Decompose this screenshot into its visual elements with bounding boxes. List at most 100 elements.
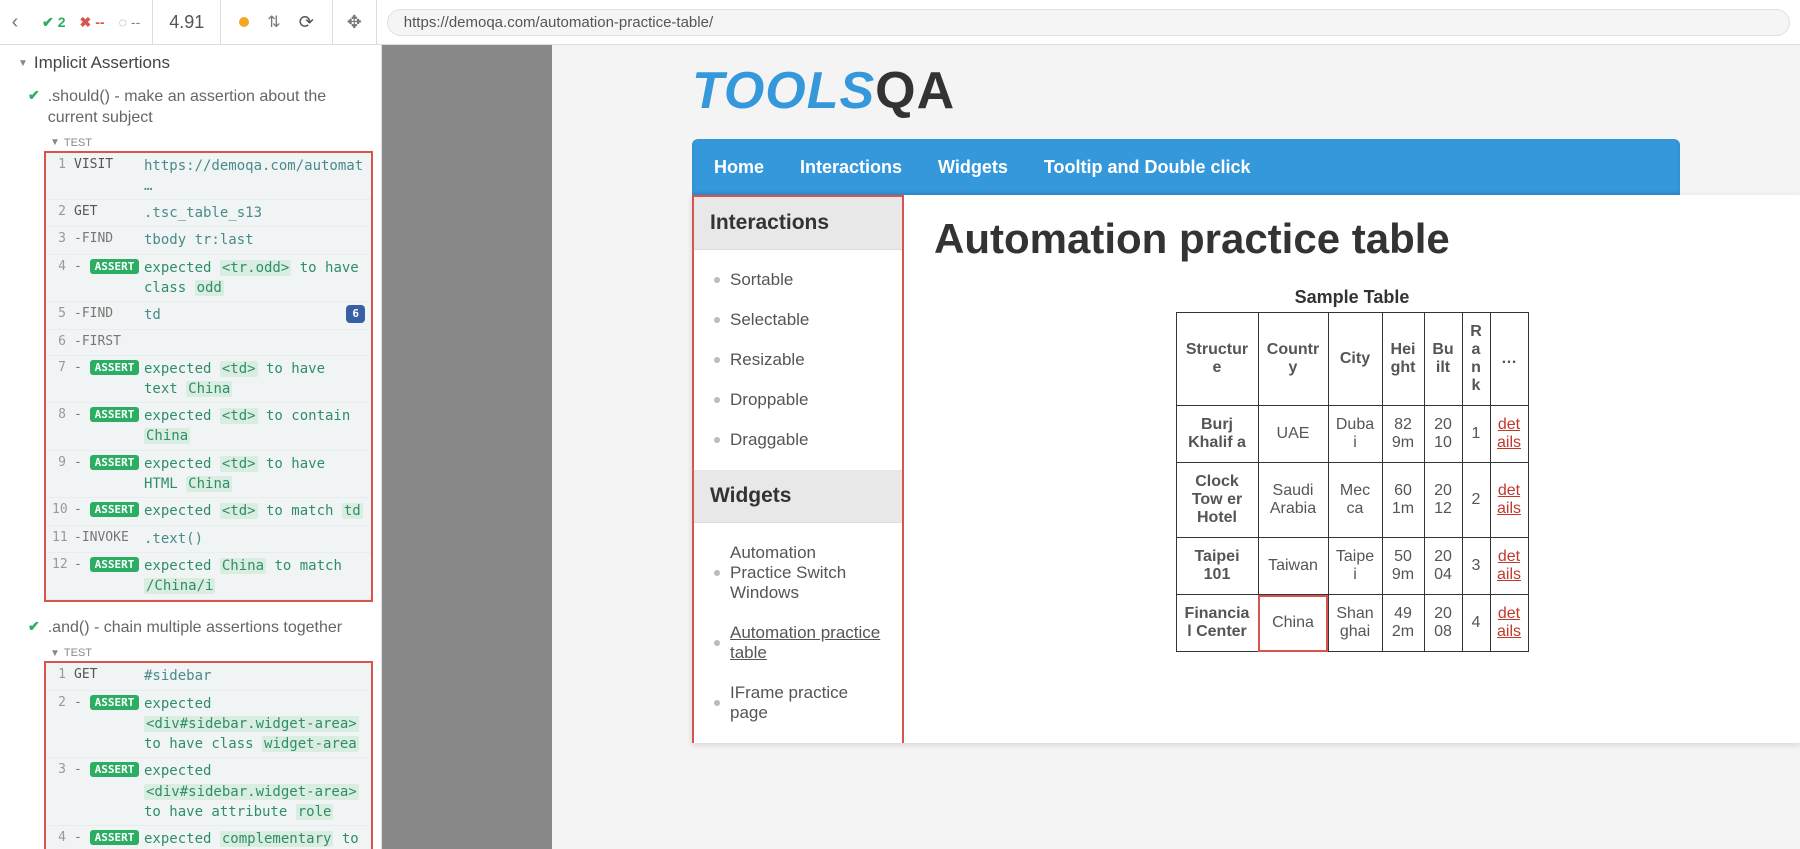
app-preview: TOOLSQA Home Interactions Widgets Tooltip a… bbox=[552, 45, 1800, 849]
command-row[interactable]: 12- ASSERTexpected China to match /China… bbox=[46, 553, 371, 601]
sample-table: StructureCountryCityHei ghtBu iltR an k…… bbox=[1176, 312, 1529, 652]
caret-down-icon: ▼ bbox=[18, 58, 28, 69]
nav-link[interactable]: Tooltip and Double click bbox=[1044, 157, 1251, 178]
bullet-icon bbox=[714, 437, 720, 443]
test-item[interactable]: ✔.and() - chain multiple assertions toge… bbox=[0, 612, 381, 645]
table-header: Bu ilt bbox=[1424, 313, 1462, 406]
structure-cell: Burj Khalif a bbox=[1176, 406, 1258, 463]
status-dot-icon bbox=[239, 17, 249, 27]
check-icon: ✔ bbox=[28, 87, 40, 129]
cmd-message: https://demoqa.com/automat… bbox=[144, 156, 365, 197]
command-row[interactable]: 6-FIRST bbox=[46, 330, 371, 356]
details-link[interactable]: det ails bbox=[1497, 416, 1521, 451]
table-row: Clock Tow er HotelSaudi ArabiaMec ca60 1… bbox=[1176, 463, 1528, 538]
command-row[interactable]: 1GET#sidebar bbox=[46, 663, 371, 690]
command-row[interactable]: 10- ASSERTexpected <td> to match td bbox=[46, 498, 371, 525]
cmd-message: expected China to match /China/i bbox=[144, 556, 365, 597]
command-row[interactable]: 2GET.tsc_table_s13 bbox=[46, 200, 371, 227]
cmd-name: - ASSERT bbox=[74, 454, 144, 473]
cmd-name: - ASSERT bbox=[74, 359, 144, 378]
cmd-message: td bbox=[144, 305, 346, 325]
table-cell: 20 08 bbox=[1424, 595, 1462, 652]
cmd-message: expected complementary to include comple… bbox=[144, 829, 365, 849]
pending-count: ◌ -- bbox=[119, 14, 141, 30]
cmd-number: 9 bbox=[52, 454, 74, 473]
table-header: Hei ght bbox=[1382, 313, 1424, 406]
back-button[interactable]: ‹ bbox=[0, 0, 30, 44]
sidebar-item[interactable]: Automation Practice Switch Windows bbox=[694, 533, 902, 613]
table-cell: Saudi Arabia bbox=[1258, 463, 1328, 538]
sidebar-item-label: Sortable bbox=[730, 270, 793, 290]
command-row[interactable]: 9- ASSERTexpected <td> to have HTML Chin… bbox=[46, 451, 371, 499]
command-row[interactable]: 7- ASSERTexpected <td> to have text Chin… bbox=[46, 356, 371, 404]
test-stats: ✔ 2 ✖ -- ◌ -- bbox=[30, 0, 153, 44]
assert-badge: ASSERT bbox=[90, 455, 140, 470]
sidebar-item-label: IFrame practice page bbox=[730, 683, 882, 723]
cmd-name: GET bbox=[74, 666, 144, 685]
assert-badge: ASSERT bbox=[90, 762, 140, 777]
suite-title[interactable]: ▼ Implicit Assertions bbox=[0, 45, 381, 81]
cmd-number: 6 bbox=[52, 333, 74, 352]
test-body-label: ▼ TEST bbox=[0, 135, 381, 151]
sidebar-item[interactable]: Automation practice table bbox=[694, 613, 902, 673]
table-cell: 82 9m bbox=[1382, 406, 1424, 463]
command-row[interactable]: 11-INVOKE.text() bbox=[46, 526, 371, 553]
resize-icon[interactable]: ⇅ bbox=[267, 12, 280, 32]
pass-count-value: 2 bbox=[58, 14, 66, 30]
sidebar-item[interactable]: Resizable bbox=[694, 340, 902, 380]
table-cell: 3 bbox=[1462, 538, 1490, 595]
command-row[interactable]: 3- ASSERTexpected <div#sidebar.widget-ar… bbox=[46, 758, 371, 826]
nav-link[interactable]: Interactions bbox=[800, 157, 902, 178]
command-row[interactable]: 4- ASSERTexpected <tr.odd> to have class… bbox=[46, 255, 371, 303]
check-icon: ✔ bbox=[28, 618, 40, 639]
command-row[interactable]: 8- ASSERTexpected <td> to contain China bbox=[46, 403, 371, 451]
sidebar-item[interactable]: Selectable bbox=[694, 300, 902, 340]
selector-playground-button[interactable]: ✥ bbox=[333, 0, 377, 44]
url-input[interactable]: https://demoqa.com/automation-practice-t… bbox=[387, 9, 1790, 36]
cmd-name: -INVOKE bbox=[74, 529, 144, 548]
details-link[interactable]: det ails bbox=[1497, 482, 1521, 517]
gear-icon: Q bbox=[875, 61, 916, 121]
cmd-number: 5 bbox=[52, 305, 74, 324]
details-link[interactable]: det ails bbox=[1497, 548, 1521, 583]
assert-badge: ASSERT bbox=[90, 407, 140, 422]
test-name: .should() - make an assertion about the … bbox=[48, 87, 369, 129]
cmd-name: - ASSERT bbox=[74, 694, 144, 713]
nav-link[interactable]: Home bbox=[714, 157, 764, 178]
reload-icon[interactable]: ⟳ bbox=[299, 12, 314, 33]
nav-link[interactable]: Widgets bbox=[938, 157, 1008, 178]
details-link[interactable]: det ails bbox=[1497, 605, 1521, 640]
table-header: Structure bbox=[1176, 313, 1258, 406]
command-row[interactable]: 1VISIThttps://demoqa.com/automat… bbox=[46, 153, 371, 201]
sidebar-item[interactable]: Draggable bbox=[694, 420, 902, 460]
cmd-message: expected <td> to have HTML China bbox=[144, 454, 365, 495]
table-row: Taipei 101TaiwanTaipe i50 9m20 043det ai… bbox=[1176, 538, 1528, 595]
assert-badge: ASSERT bbox=[90, 557, 140, 572]
cmd-message: expected <td> to match td bbox=[144, 501, 365, 521]
bullet-icon bbox=[714, 277, 720, 283]
viewport-controls: ⇅ ⟳ bbox=[221, 0, 333, 44]
table-cell: Taipe i bbox=[1328, 538, 1382, 595]
cmd-number: 2 bbox=[52, 203, 74, 222]
url-bar: https://demoqa.com/automation-practice-t… bbox=[377, 0, 1800, 44]
command-row[interactable]: 5-FINDtd6 bbox=[46, 302, 371, 329]
sidebar-item[interactable]: Droppable bbox=[694, 380, 902, 420]
command-row[interactable]: 4- ASSERTexpected complementary to inclu… bbox=[46, 826, 371, 849]
sidebar-item[interactable]: Sortable bbox=[694, 260, 902, 300]
structure-cell: Taipei 101 bbox=[1176, 538, 1258, 595]
cmd-number: 1 bbox=[52, 666, 74, 685]
test-item[interactable]: ✔.should() - make an assertion about the… bbox=[0, 81, 381, 135]
table-cell: 20 04 bbox=[1424, 538, 1462, 595]
logo: TOOLSQA bbox=[552, 55, 1800, 139]
cmd-number: 7 bbox=[52, 359, 74, 378]
count-badge: 6 bbox=[346, 305, 365, 323]
cmd-name: -FIND bbox=[74, 230, 144, 249]
command-row[interactable]: 3-FINDtbody tr:last bbox=[46, 227, 371, 254]
cmd-message: #sidebar bbox=[144, 666, 365, 686]
sidebar-item[interactable]: IFrame practice page bbox=[694, 673, 902, 733]
cmd-name: VISIT bbox=[74, 156, 144, 175]
command-row[interactable]: 2- ASSERTexpected <div#sidebar.widget-ar… bbox=[46, 691, 371, 759]
table-row: Financial CenterChinaShan ghai49 2m20 08… bbox=[1176, 595, 1528, 652]
bullet-icon bbox=[714, 700, 720, 706]
resizer-handle[interactable] bbox=[382, 45, 552, 849]
